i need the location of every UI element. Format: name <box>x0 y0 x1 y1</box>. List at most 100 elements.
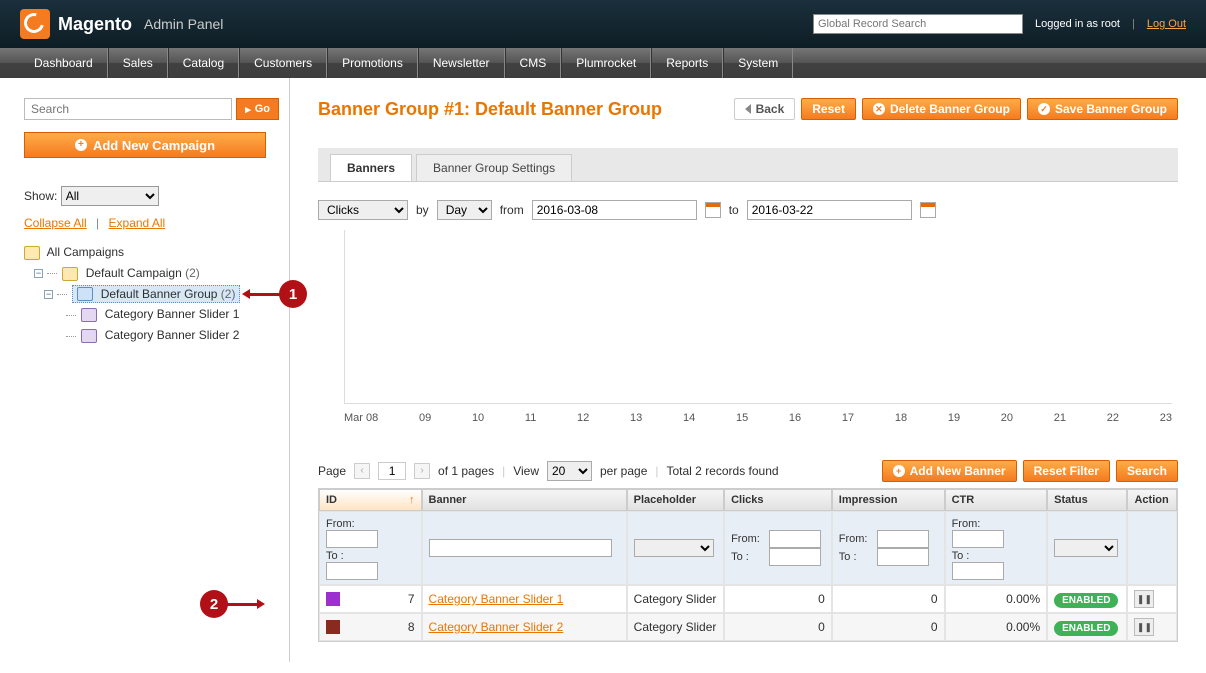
table-row[interactable]: 7 Category Banner Slider 1 Category Slid… <box>319 585 1177 613</box>
color-swatch <box>326 620 340 634</box>
global-search-input[interactable] <box>813 14 1023 34</box>
col-id[interactable]: ID↑ <box>319 489 422 511</box>
col-placeholder[interactable]: Placeholder <box>627 489 724 511</box>
pause-button[interactable]: ❚❚ <box>1134 590 1154 608</box>
logged-in-text: Logged in as root <box>1035 18 1120 30</box>
slider-icon <box>81 308 97 322</box>
to-date-input[interactable] <box>747 200 912 220</box>
tree-campaign-count: (2) <box>185 266 200 280</box>
expand-all-link[interactable]: Expand All <box>109 216 166 230</box>
table-row[interactable]: 8 Category Banner Slider 2 Category Slid… <box>319 613 1177 641</box>
content: Banner Group #1: Default Banner Group Ba… <box>290 78 1206 662</box>
search-button[interactable]: Search <box>1116 460 1178 482</box>
collapse-icon[interactable]: − <box>44 290 53 299</box>
filter-status[interactable] <box>1054 539 1118 557</box>
col-clicks[interactable]: Clicks <box>724 489 832 511</box>
perpage-suffix: per page <box>600 464 647 478</box>
filter-clicks-from[interactable] <box>769 530 821 548</box>
nav-plumrocket[interactable]: Plumrocket <box>561 48 651 78</box>
next-page-button[interactable]: › <box>414 463 430 479</box>
arrow-icon <box>227 603 257 606</box>
nav-newsletter[interactable]: Newsletter <box>418 48 505 78</box>
tab-banners[interactable]: Banners <box>330 154 412 181</box>
filter-banner[interactable] <box>429 539 612 557</box>
col-action[interactable]: Action <box>1127 489 1177 511</box>
col-banner[interactable]: Banner <box>422 489 627 511</box>
from-label: From: <box>326 518 364 530</box>
group-icon <box>77 287 93 301</box>
to-label: To : <box>952 550 990 562</box>
filter-impression-to[interactable] <box>877 548 929 566</box>
page-label: Page <box>318 464 346 478</box>
pause-button[interactable]: ❚❚ <box>1134 618 1154 636</box>
col-ctr[interactable]: CTR <box>945 489 1048 511</box>
annotation-2: 2 <box>200 590 257 618</box>
sidebar-search-input[interactable] <box>24 98 232 120</box>
calendar-icon[interactable] <box>920 202 936 218</box>
tab-banner-group-settings[interactable]: Banner Group Settings <box>416 154 572 181</box>
groupby-select[interactable]: Day <box>437 200 492 220</box>
reset-button[interactable]: Reset <box>801 98 856 120</box>
banner-link[interactable]: Category Banner Slider 1 <box>429 592 564 606</box>
collapse-icon[interactable]: − <box>34 269 43 278</box>
x-tick: 21 <box>1054 412 1066 424</box>
add-new-campaign-button[interactable]: + Add New Campaign <box>24 132 266 158</box>
campaign-tree: All Campaigns − Default Campaign (2) − D… <box>24 242 279 346</box>
filter-ctr-to[interactable] <box>952 562 1004 580</box>
banner-link[interactable]: Category Banner Slider 2 <box>429 620 564 634</box>
nav-catalog[interactable]: Catalog <box>168 48 239 78</box>
logout-link[interactable]: Log Out <box>1147 18 1186 30</box>
tree-root[interactable]: All Campaigns <box>24 242 279 263</box>
reset-filter-button[interactable]: Reset Filter <box>1023 460 1110 482</box>
to-label: To : <box>839 551 877 563</box>
tree-banner-1[interactable]: Category Banner Slider 1 <box>24 304 279 325</box>
col-impression[interactable]: Impression <box>832 489 945 511</box>
filter-placeholder[interactable] <box>634 539 714 557</box>
x-tick: 10 <box>472 412 484 424</box>
filter-ctr-from[interactable] <box>952 530 1004 548</box>
x-tick: 16 <box>789 412 801 424</box>
page-input[interactable] <box>378 462 406 480</box>
nav-system[interactable]: System <box>723 48 793 78</box>
metric-select[interactable]: Clicks <box>318 200 408 220</box>
delete-banner-group-button[interactable]: ✕Delete Banner Group <box>862 98 1021 120</box>
sidebar-go-button[interactable]: ▸Go <box>236 98 279 120</box>
filter-clicks-to[interactable] <box>769 548 821 566</box>
nav-cms[interactable]: CMS <box>505 48 562 78</box>
nav-reports[interactable]: Reports <box>651 48 723 78</box>
tree-connector <box>47 273 57 274</box>
cell-clicks: 0 <box>724 585 832 613</box>
back-button[interactable]: Back <box>734 98 796 120</box>
filter-id-from[interactable] <box>326 530 378 548</box>
to-label: To : <box>326 550 364 562</box>
to-label: To : <box>731 551 769 563</box>
show-select[interactable]: All <box>61 186 159 206</box>
nav-sales[interactable]: Sales <box>108 48 168 78</box>
separator: | <box>502 464 505 478</box>
filter-impression-from[interactable] <box>877 530 929 548</box>
nav-dashboard[interactable]: Dashboard <box>20 48 108 78</box>
tree-banner-group[interactable]: − Default Banner Group (2) <box>24 284 279 305</box>
x-tick: 20 <box>1001 412 1013 424</box>
col-status[interactable]: Status <box>1047 489 1127 511</box>
tree-connector <box>66 336 76 337</box>
save-banner-group-button[interactable]: ✓Save Banner Group <box>1027 98 1178 120</box>
filter-id: From: To : <box>319 511 422 585</box>
from-date-input[interactable] <box>532 200 697 220</box>
prev-page-button[interactable]: ‹ <box>354 463 370 479</box>
nav-customers[interactable]: Customers <box>239 48 327 78</box>
from-label: From: <box>839 533 877 545</box>
cell-id: 8 <box>408 620 415 634</box>
tree-campaign[interactable]: − Default Campaign (2) <box>24 263 279 284</box>
filter-id-to[interactable] <box>326 562 378 580</box>
separator: | <box>1132 18 1135 30</box>
calendar-icon[interactable] <box>705 202 721 218</box>
perpage-select[interactable]: 20 <box>547 461 592 481</box>
add-new-banner-button[interactable]: +Add New Banner <box>882 460 1017 482</box>
folder-icon <box>62 267 78 281</box>
collapse-all-link[interactable]: Collapse All <box>24 216 87 230</box>
tree-banner-2[interactable]: Category Banner Slider 2 <box>24 325 279 346</box>
back-arrow-icon <box>745 104 751 114</box>
nav-promotions[interactable]: Promotions <box>327 48 418 78</box>
delete-icon: ✕ <box>873 103 885 115</box>
